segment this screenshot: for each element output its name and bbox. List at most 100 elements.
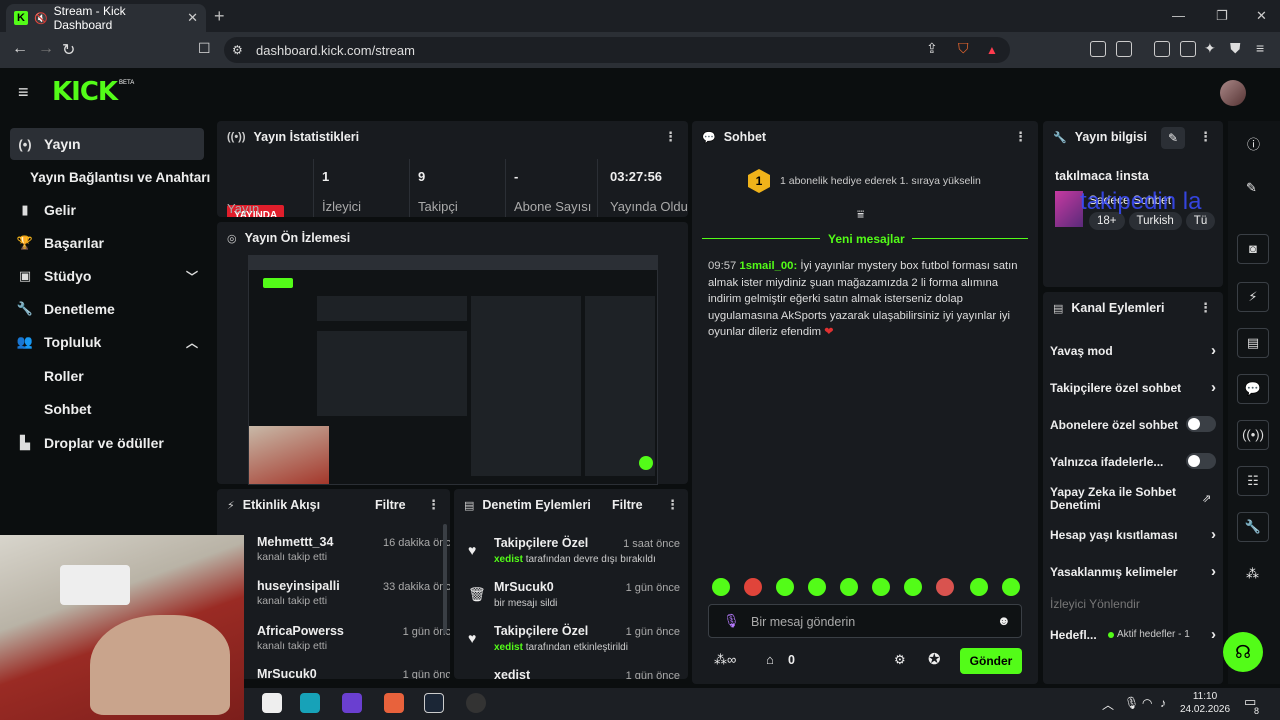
hamburger-menu-icon[interactable]: ≡ bbox=[18, 82, 29, 103]
mute-icon[interactable]: 🔇 bbox=[34, 12, 48, 25]
wallet-icon[interactable] bbox=[1180, 41, 1196, 57]
rail-stats-button[interactable]: ((•)) bbox=[1237, 420, 1269, 450]
channel-points-icon[interactable]: ⁂∞ bbox=[714, 652, 736, 668]
tray-chevron-icon[interactable]: ︿ bbox=[1102, 696, 1114, 713]
action-ai-moderation[interactable]: Yapay Zeka ile Sohbet Denetimi bbox=[1050, 486, 1190, 512]
taskbar-app-icon[interactable] bbox=[300, 693, 320, 713]
leo-ai-icon[interactable]: ✦ bbox=[1204, 40, 1216, 57]
bookmark-icon[interactable]: ☐ bbox=[198, 40, 211, 57]
sidebar-item-studyo[interactable]: ▣ Stüdyo ﹀ bbox=[10, 260, 204, 292]
edit-icon[interactable]: ✎ bbox=[1246, 180, 1257, 196]
message-user[interactable]: 1smail_00: bbox=[739, 260, 797, 272]
rail-preview-button[interactable]: ◙ bbox=[1237, 234, 1269, 264]
sidebar-item-denetleme[interactable]: 🔧 Denetleme bbox=[10, 293, 204, 325]
emotes-only-toggle[interactable] bbox=[1186, 453, 1216, 469]
support-headset-icon[interactable]: ☊ bbox=[1223, 632, 1263, 672]
microphone-icon[interactable]: 🎙 bbox=[723, 613, 740, 629]
reload-icon[interactable]: ↻ bbox=[62, 40, 75, 60]
action-goals[interactable]: Hedefl... Aktif hedefler - 1 › bbox=[1050, 626, 1216, 643]
kebab-menu-icon[interactable]: ⋮ bbox=[666, 497, 679, 513]
emote-icon[interactable] bbox=[1002, 578, 1020, 596]
taskbar-app-icon[interactable] bbox=[342, 693, 362, 713]
store-icon[interactable]: ⌂ bbox=[766, 652, 774, 667]
chat-settings-icon[interactable]: ⚙ bbox=[894, 652, 906, 668]
rail-actions-button[interactable]: 🔧 bbox=[1237, 512, 1269, 542]
kick-logo[interactable]: KICK bbox=[52, 77, 118, 107]
kebab-menu-icon[interactable]: ⋮ bbox=[1014, 129, 1027, 145]
taskbar-app-icon[interactable] bbox=[262, 693, 282, 713]
rail-chat-button[interactable]: 💬 bbox=[1237, 374, 1269, 404]
taskbar-app-icon[interactable] bbox=[466, 693, 486, 713]
filter-button[interactable]: Filtre bbox=[375, 498, 406, 512]
menu-icon[interactable]: ≡ bbox=[1256, 40, 1264, 56]
rail-info-button[interactable]: ☷ bbox=[1237, 466, 1269, 496]
emote-icon[interactable] bbox=[808, 578, 826, 596]
action-banned-words[interactable]: Yasaklanmış kelimeler › bbox=[1050, 563, 1216, 580]
action-slow-mode[interactable]: Yavaş mod › bbox=[1050, 342, 1216, 359]
site-settings-icon[interactable]: ⚙ bbox=[232, 43, 243, 57]
gift-prompt[interactable]: 1 abonelik hediye ederek 1. sıraya yükse… bbox=[780, 175, 981, 187]
sidebar-item-roller[interactable]: Roller bbox=[10, 360, 204, 392]
subs-only-toggle[interactable] bbox=[1186, 416, 1216, 432]
taskbar-app-icon[interactable] bbox=[424, 693, 444, 713]
wifi-icon[interactable]: ◠ bbox=[1142, 696, 1152, 710]
filter-button[interactable]: Filtre bbox=[612, 498, 643, 512]
brave-shield-icon[interactable]: ⛉ bbox=[958, 40, 969, 57]
emote-icon[interactable] bbox=[712, 578, 730, 596]
external-link-icon[interactable]: ⇗ bbox=[1202, 492, 1211, 505]
taskbar-app-icon[interactable] bbox=[384, 693, 404, 713]
volume-icon[interactable]: ♪ bbox=[1160, 696, 1166, 710]
action-name[interactable]: xedist bbox=[494, 668, 530, 679]
kebab-menu-icon[interactable]: ⋮ bbox=[1199, 129, 1212, 145]
sidebar-item-droplar[interactable]: ▙ Droplar ve ödüller bbox=[10, 427, 204, 459]
kebab-menu-icon[interactable]: ⋮ bbox=[427, 497, 440, 513]
sidebar-item-topluluk[interactable]: 👥 Topluluk ︿ bbox=[10, 326, 204, 358]
forward-icon[interactable]: → bbox=[38, 40, 54, 58]
clock[interactable]: 11:10 24.02.2026 bbox=[1180, 690, 1230, 716]
minimize-icon[interactable]: — bbox=[1172, 8, 1185, 23]
sidebar-item-sohbet[interactable]: Sohbet bbox=[10, 393, 204, 425]
kebab-menu-icon[interactable]: ⋮ bbox=[1199, 300, 1212, 316]
points-icon[interactable]: ⁂ bbox=[1246, 566, 1259, 582]
scrollbar[interactable] bbox=[443, 524, 447, 634]
sidebar-item-stream-key[interactable]: Yayın Bağlantısı ve Anahtarı bbox=[24, 161, 224, 193]
extensions-icon[interactable] bbox=[1090, 41, 1106, 57]
actor-name[interactable]: xedist bbox=[494, 554, 523, 565]
emote-icon[interactable] bbox=[840, 578, 858, 596]
emote-icon[interactable] bbox=[904, 578, 922, 596]
emote-icon[interactable] bbox=[936, 578, 954, 596]
stream-preview[interactable] bbox=[248, 255, 658, 485]
maximize-icon[interactable]: ❐ bbox=[1216, 8, 1228, 24]
brave-rewards-icon[interactable]: ▲ bbox=[986, 43, 998, 57]
kebab-menu-icon[interactable]: ⋮ bbox=[664, 129, 677, 145]
actor-name[interactable]: xedist bbox=[494, 642, 523, 653]
edit-icon[interactable]: ✎ bbox=[1161, 127, 1185, 149]
action-account-age[interactable]: Hesap yaşı kısıtlaması › bbox=[1050, 526, 1216, 543]
chat-input[interactable]: 🎙 Bir mesaj gönderin ☻ bbox=[708, 604, 1022, 638]
info-icon[interactable]: ⓘ bbox=[1247, 134, 1260, 153]
vpn-icon[interactable]: ⛊ bbox=[1230, 40, 1241, 57]
sidebar-item-basarilar[interactable]: 🏆 Başarılar bbox=[10, 227, 204, 259]
pin-icon[interactable]: ⩸ bbox=[857, 207, 864, 222]
avatar[interactable] bbox=[1220, 80, 1246, 106]
emote-icon[interactable] bbox=[744, 578, 762, 596]
window-close-icon[interactable]: ✕ bbox=[1256, 8, 1267, 24]
emote-icon[interactable] bbox=[970, 578, 988, 596]
url-field[interactable]: dashboard.kick.com/stream bbox=[224, 37, 1010, 63]
back-icon[interactable]: ← bbox=[12, 40, 28, 58]
action-followers-only[interactable]: Takipçilere özel sohbet › bbox=[1050, 379, 1216, 396]
verified-badge-icon[interactable]: ✪ bbox=[928, 650, 941, 668]
rail-mod-log-button[interactable]: ▤ bbox=[1237, 328, 1269, 358]
new-tab-icon[interactable]: + bbox=[214, 6, 225, 27]
sidebar-toggle-icon[interactable] bbox=[1154, 41, 1170, 57]
tab-capture-icon[interactable] bbox=[1116, 41, 1132, 57]
sidebar-item-yayin[interactable]: (•) Yayın bbox=[10, 128, 204, 160]
browser-tab[interactable]: K 🔇 Stream - Kick Dashboard ✕ bbox=[6, 4, 206, 32]
action-name[interactable]: MrSucuk0 bbox=[494, 580, 554, 594]
emote-icon[interactable] bbox=[872, 578, 890, 596]
sidebar-item-gelir[interactable]: ▮ Gelir bbox=[10, 194, 204, 226]
emoji-picker-icon[interactable]: ☻ bbox=[997, 613, 1011, 628]
close-tab-icon[interactable]: ✕ bbox=[187, 10, 198, 26]
send-button[interactable]: Gönder bbox=[960, 648, 1022, 674]
mic-tray-icon[interactable]: 🎙 bbox=[1124, 696, 1139, 710]
